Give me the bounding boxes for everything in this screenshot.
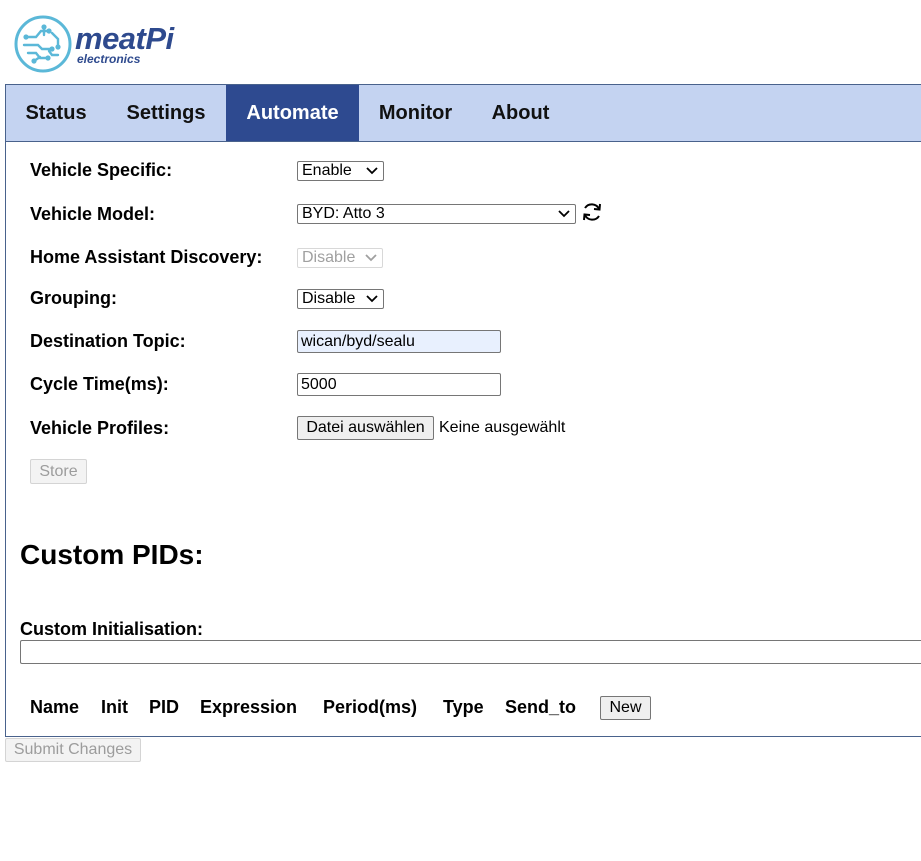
- vehicle-specific-value: Enable: [302, 162, 352, 179]
- grouping-select[interactable]: Disable: [297, 289, 384, 309]
- store-button[interactable]: Store: [30, 459, 87, 484]
- circuit-brain-logo-icon: [14, 15, 72, 73]
- destination-topic-input[interactable]: wican/byd/sealu: [297, 330, 501, 353]
- logo: meatPi electronics: [14, 14, 174, 74]
- destination-topic-label: Destination Topic:: [30, 331, 186, 351]
- tab-monitor[interactable]: Monitor: [359, 85, 472, 141]
- vehicle-model-label: Vehicle Model:: [30, 204, 156, 224]
- choose-file-button[interactable]: Datei auswählen: [297, 416, 434, 440]
- vehicle-profiles-label: Vehicle Profiles:: [30, 418, 170, 438]
- custom-init-input[interactable]: [20, 640, 921, 664]
- column-send-to: Send_to: [505, 697, 577, 717]
- tab-automate[interactable]: Automate: [226, 85, 359, 141]
- vehicle-model-value: BYD: Atto 3: [302, 205, 385, 222]
- grouping-value: Disable: [302, 290, 356, 307]
- chevron-down-icon: [366, 167, 378, 175]
- tab-bar: Status Settings Automate Monitor About: [6, 85, 921, 142]
- ha-discovery-select[interactable]: Disable: [297, 248, 383, 268]
- vehicle-specific-select[interactable]: Enable: [297, 161, 384, 181]
- grouping-label: Grouping:: [30, 288, 117, 308]
- tab-about[interactable]: About: [472, 85, 569, 141]
- cycle-time-input[interactable]: 5000: [297, 373, 501, 396]
- chevron-down-icon: [365, 254, 377, 262]
- tab-settings[interactable]: Settings: [106, 85, 226, 141]
- submit-changes-button[interactable]: Submit Changes: [5, 738, 141, 762]
- cycle-time-label: Cycle Time(ms):: [30, 374, 169, 394]
- column-name: Name: [30, 697, 80, 717]
- ha-discovery-label: Home Assistant Discovery:: [30, 247, 263, 267]
- column-pid: PID: [149, 697, 180, 717]
- tab-status[interactable]: Status: [6, 85, 106, 141]
- refresh-icon[interactable]: [581, 201, 603, 223]
- vehicle-specific-label: Vehicle Specific:: [30, 160, 173, 180]
- logo-name: meatPi: [75, 21, 174, 56]
- column-init: Init: [101, 697, 128, 717]
- main-panel: Status Settings Automate Monitor About V…: [5, 84, 921, 737]
- ha-discovery-value: Disable: [302, 249, 356, 266]
- chevron-down-icon: [558, 210, 570, 218]
- column-type: Type: [443, 697, 484, 717]
- custom-init-label: Custom Initialisation:: [20, 619, 204, 639]
- vehicle-model-select[interactable]: BYD: Atto 3: [297, 204, 576, 224]
- chevron-down-icon: [366, 295, 378, 303]
- custom-pids-heading: Custom PIDs:: [20, 539, 204, 570]
- column-expression: Expression: [200, 697, 298, 717]
- file-status: Keine ausgewählt: [439, 419, 566, 436]
- column-period: Period(ms): [323, 697, 418, 717]
- new-pid-button[interactable]: New: [600, 696, 651, 720]
